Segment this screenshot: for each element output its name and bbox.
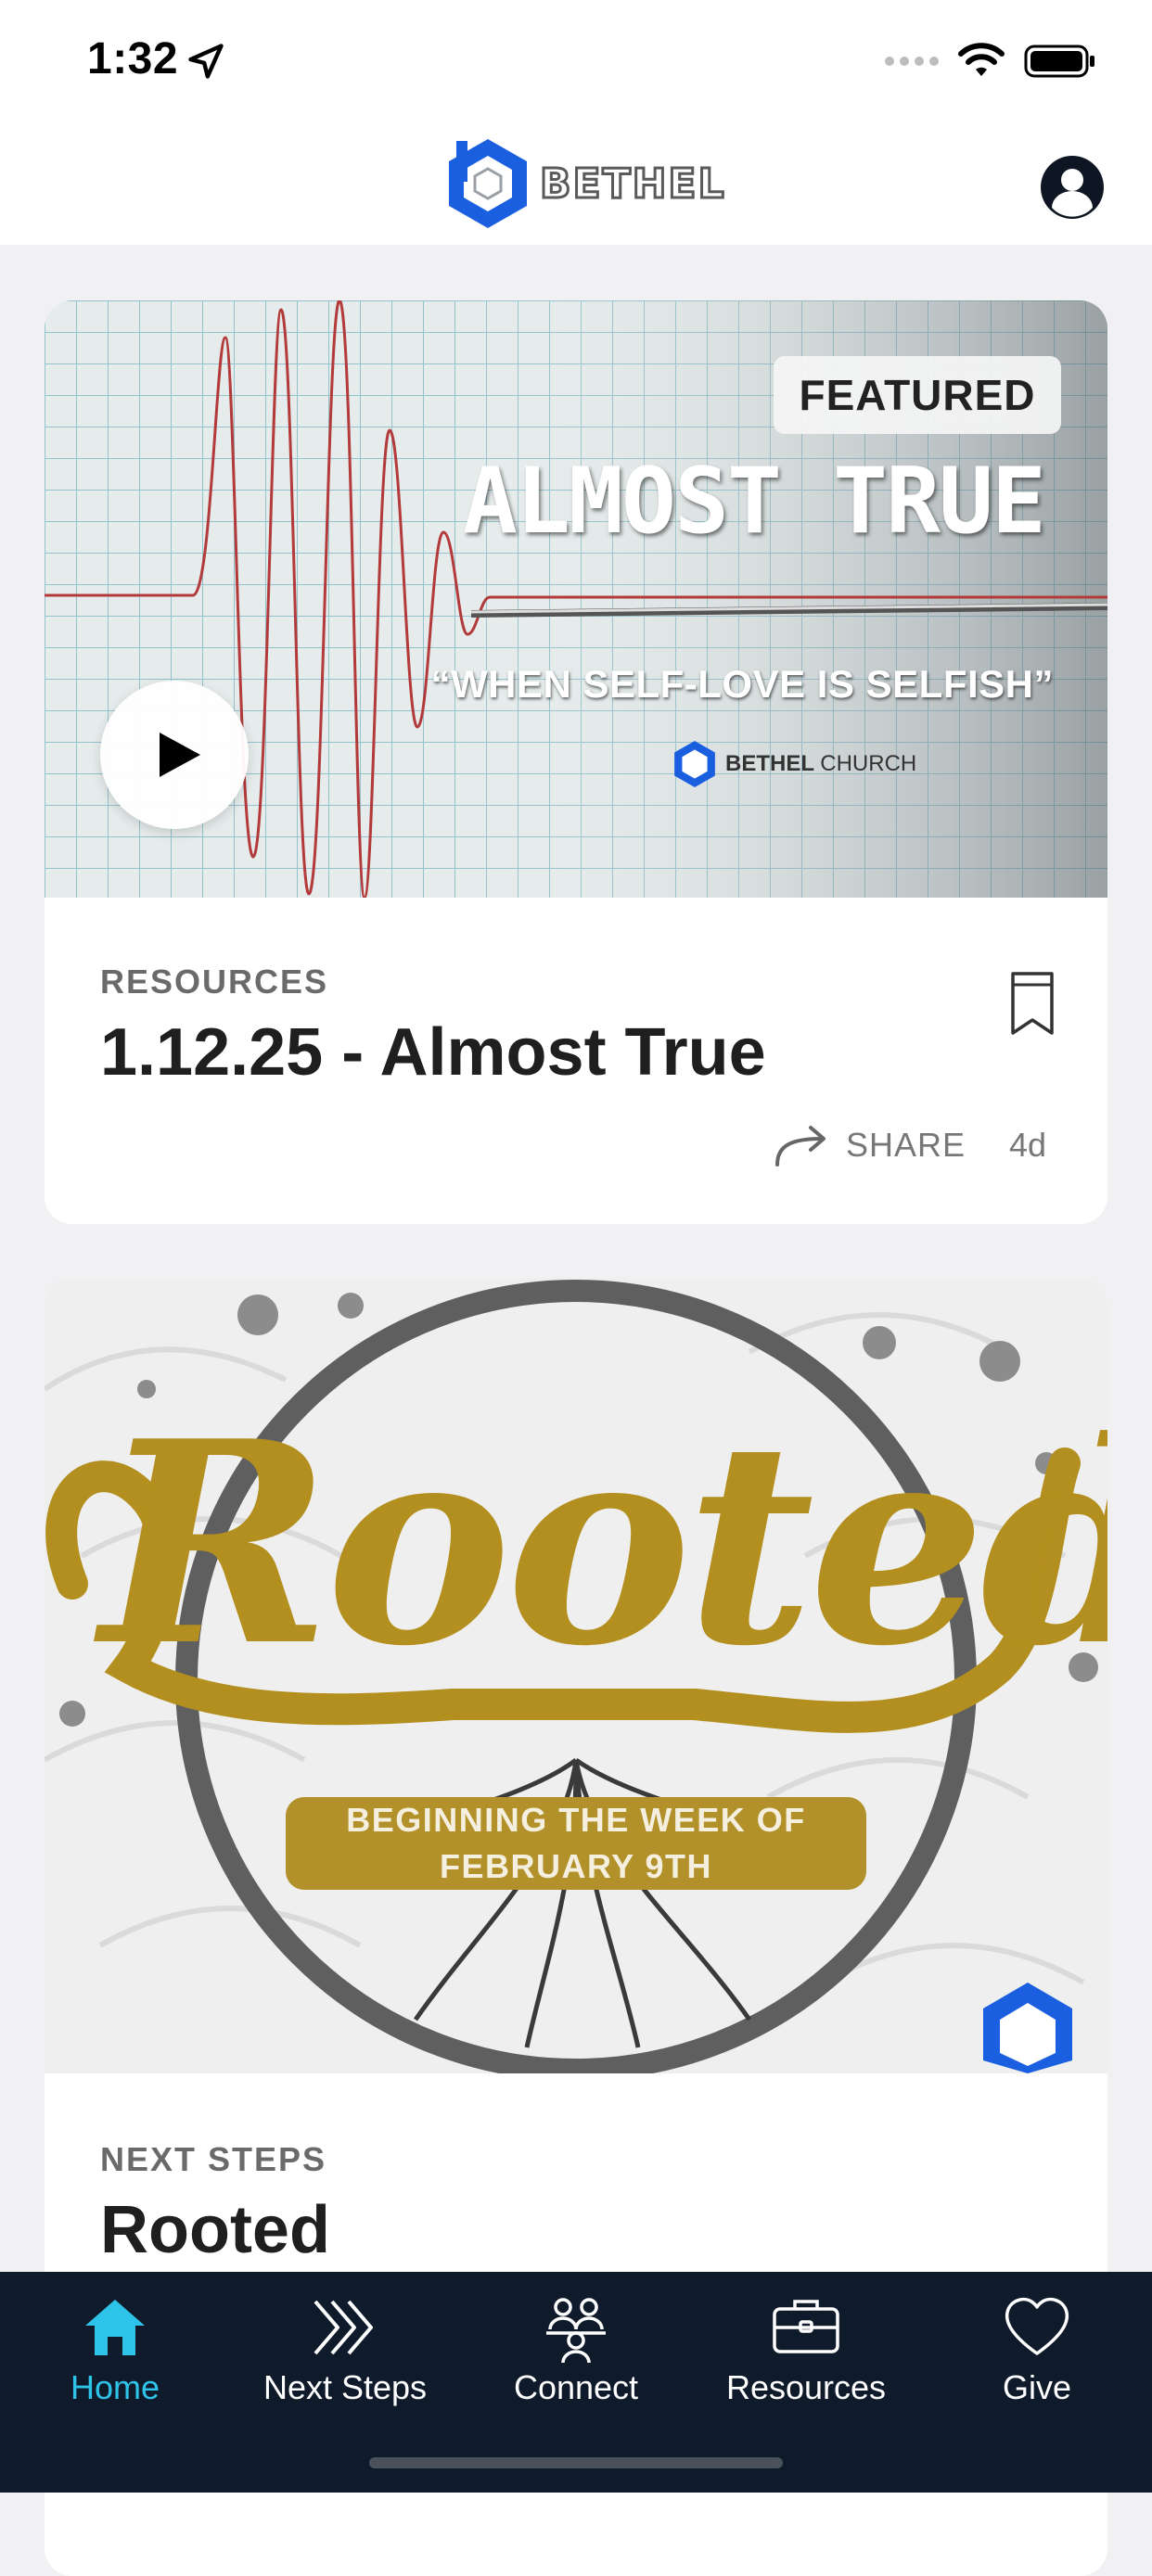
rooted-banner-text: BEGINNING THE WEEK OF FEBRUARY 9TH (286, 1797, 866, 1890)
rooted-script-text: Rooted (100, 1380, 1107, 1707)
bethel-logo: BETHEL (443, 135, 726, 232)
app-header: BETHEL (0, 122, 1152, 245)
logo-wordmark: BETHEL (539, 159, 726, 209)
tab-give[interactable]: Give (922, 2272, 1152, 2420)
bethel-hexagon-icon (449, 139, 527, 228)
people-icon (546, 2298, 606, 2364)
post-age: 4d (1009, 1126, 1047, 1164)
thumbnail-subtitle-text: “WHEN SELF-LOVE IS SELFISH” (430, 662, 1054, 706)
tab-label: Resources (725, 2368, 887, 2406)
thumbnail-title-text: ALMOST TRUE (462, 449, 1046, 555)
tab-label: Connect (513, 2368, 639, 2406)
status-indicators (885, 43, 1096, 80)
status-bar: 1:32 (0, 0, 1152, 122)
cellular-signal-icon (885, 57, 939, 66)
bethel-hexagon-icon (674, 741, 715, 787)
card-title[interactable]: 1.12.25 - Almost True (100, 1014, 766, 1090)
tab-label: Next Steps (262, 2368, 428, 2406)
tab-label: Home (70, 2368, 160, 2406)
heart-icon (1005, 2297, 1069, 2355)
briefcase-icon (773, 2300, 839, 2353)
featured-card[interactable]: FEATURED ALMOST TRUE “WHEN SELF-LOVE IS … (45, 300, 1107, 1224)
thumbnail-church-light: CHURCH (820, 751, 917, 776)
tab-connect[interactable]: Connect (461, 2272, 691, 2420)
profile-icon[interactable] (1039, 154, 1106, 221)
rooted-banner-line-1: BEGINNING THE WEEK OF (346, 1801, 806, 1839)
thumbnail-church-name: BETHEL CHURCH (725, 751, 916, 777)
battery-icon (1024, 45, 1094, 78)
share-button[interactable]: SHARE (774, 1122, 966, 1168)
tab-next-steps[interactable]: Next Steps (230, 2272, 460, 2420)
featured-badge: FEATURED (774, 356, 1061, 434)
status-time: 1:32 (87, 34, 179, 83)
tab-label: Give (1002, 2368, 1072, 2406)
bookmark-icon[interactable] (1009, 970, 1056, 1037)
tab-home[interactable]: Home (0, 2272, 230, 2420)
play-button[interactable] (100, 681, 249, 829)
share-label: SHARE (846, 1126, 966, 1164)
home-indicator[interactable] (369, 2457, 783, 2468)
thumbnail-church-bold: BETHEL (725, 751, 814, 776)
share-icon (775, 1126, 826, 1167)
play-icon (160, 733, 200, 777)
wifi-icon (958, 43, 1005, 76)
card-title[interactable]: Rooted (100, 2192, 330, 2268)
card-category: RESOURCES (100, 963, 329, 1001)
location-arrow-icon (188, 44, 224, 79)
chevrons-icon (314, 2300, 373, 2355)
thumbnail-church-logo: BETHEL CHURCH (672, 738, 916, 790)
card-category: NEXT STEPS (100, 2140, 327, 2178)
rooted-banner-line-2: FEBRUARY 9TH (439, 1847, 713, 1885)
home-icon (85, 2300, 145, 2355)
tab-resources[interactable]: Resources (691, 2272, 921, 2420)
